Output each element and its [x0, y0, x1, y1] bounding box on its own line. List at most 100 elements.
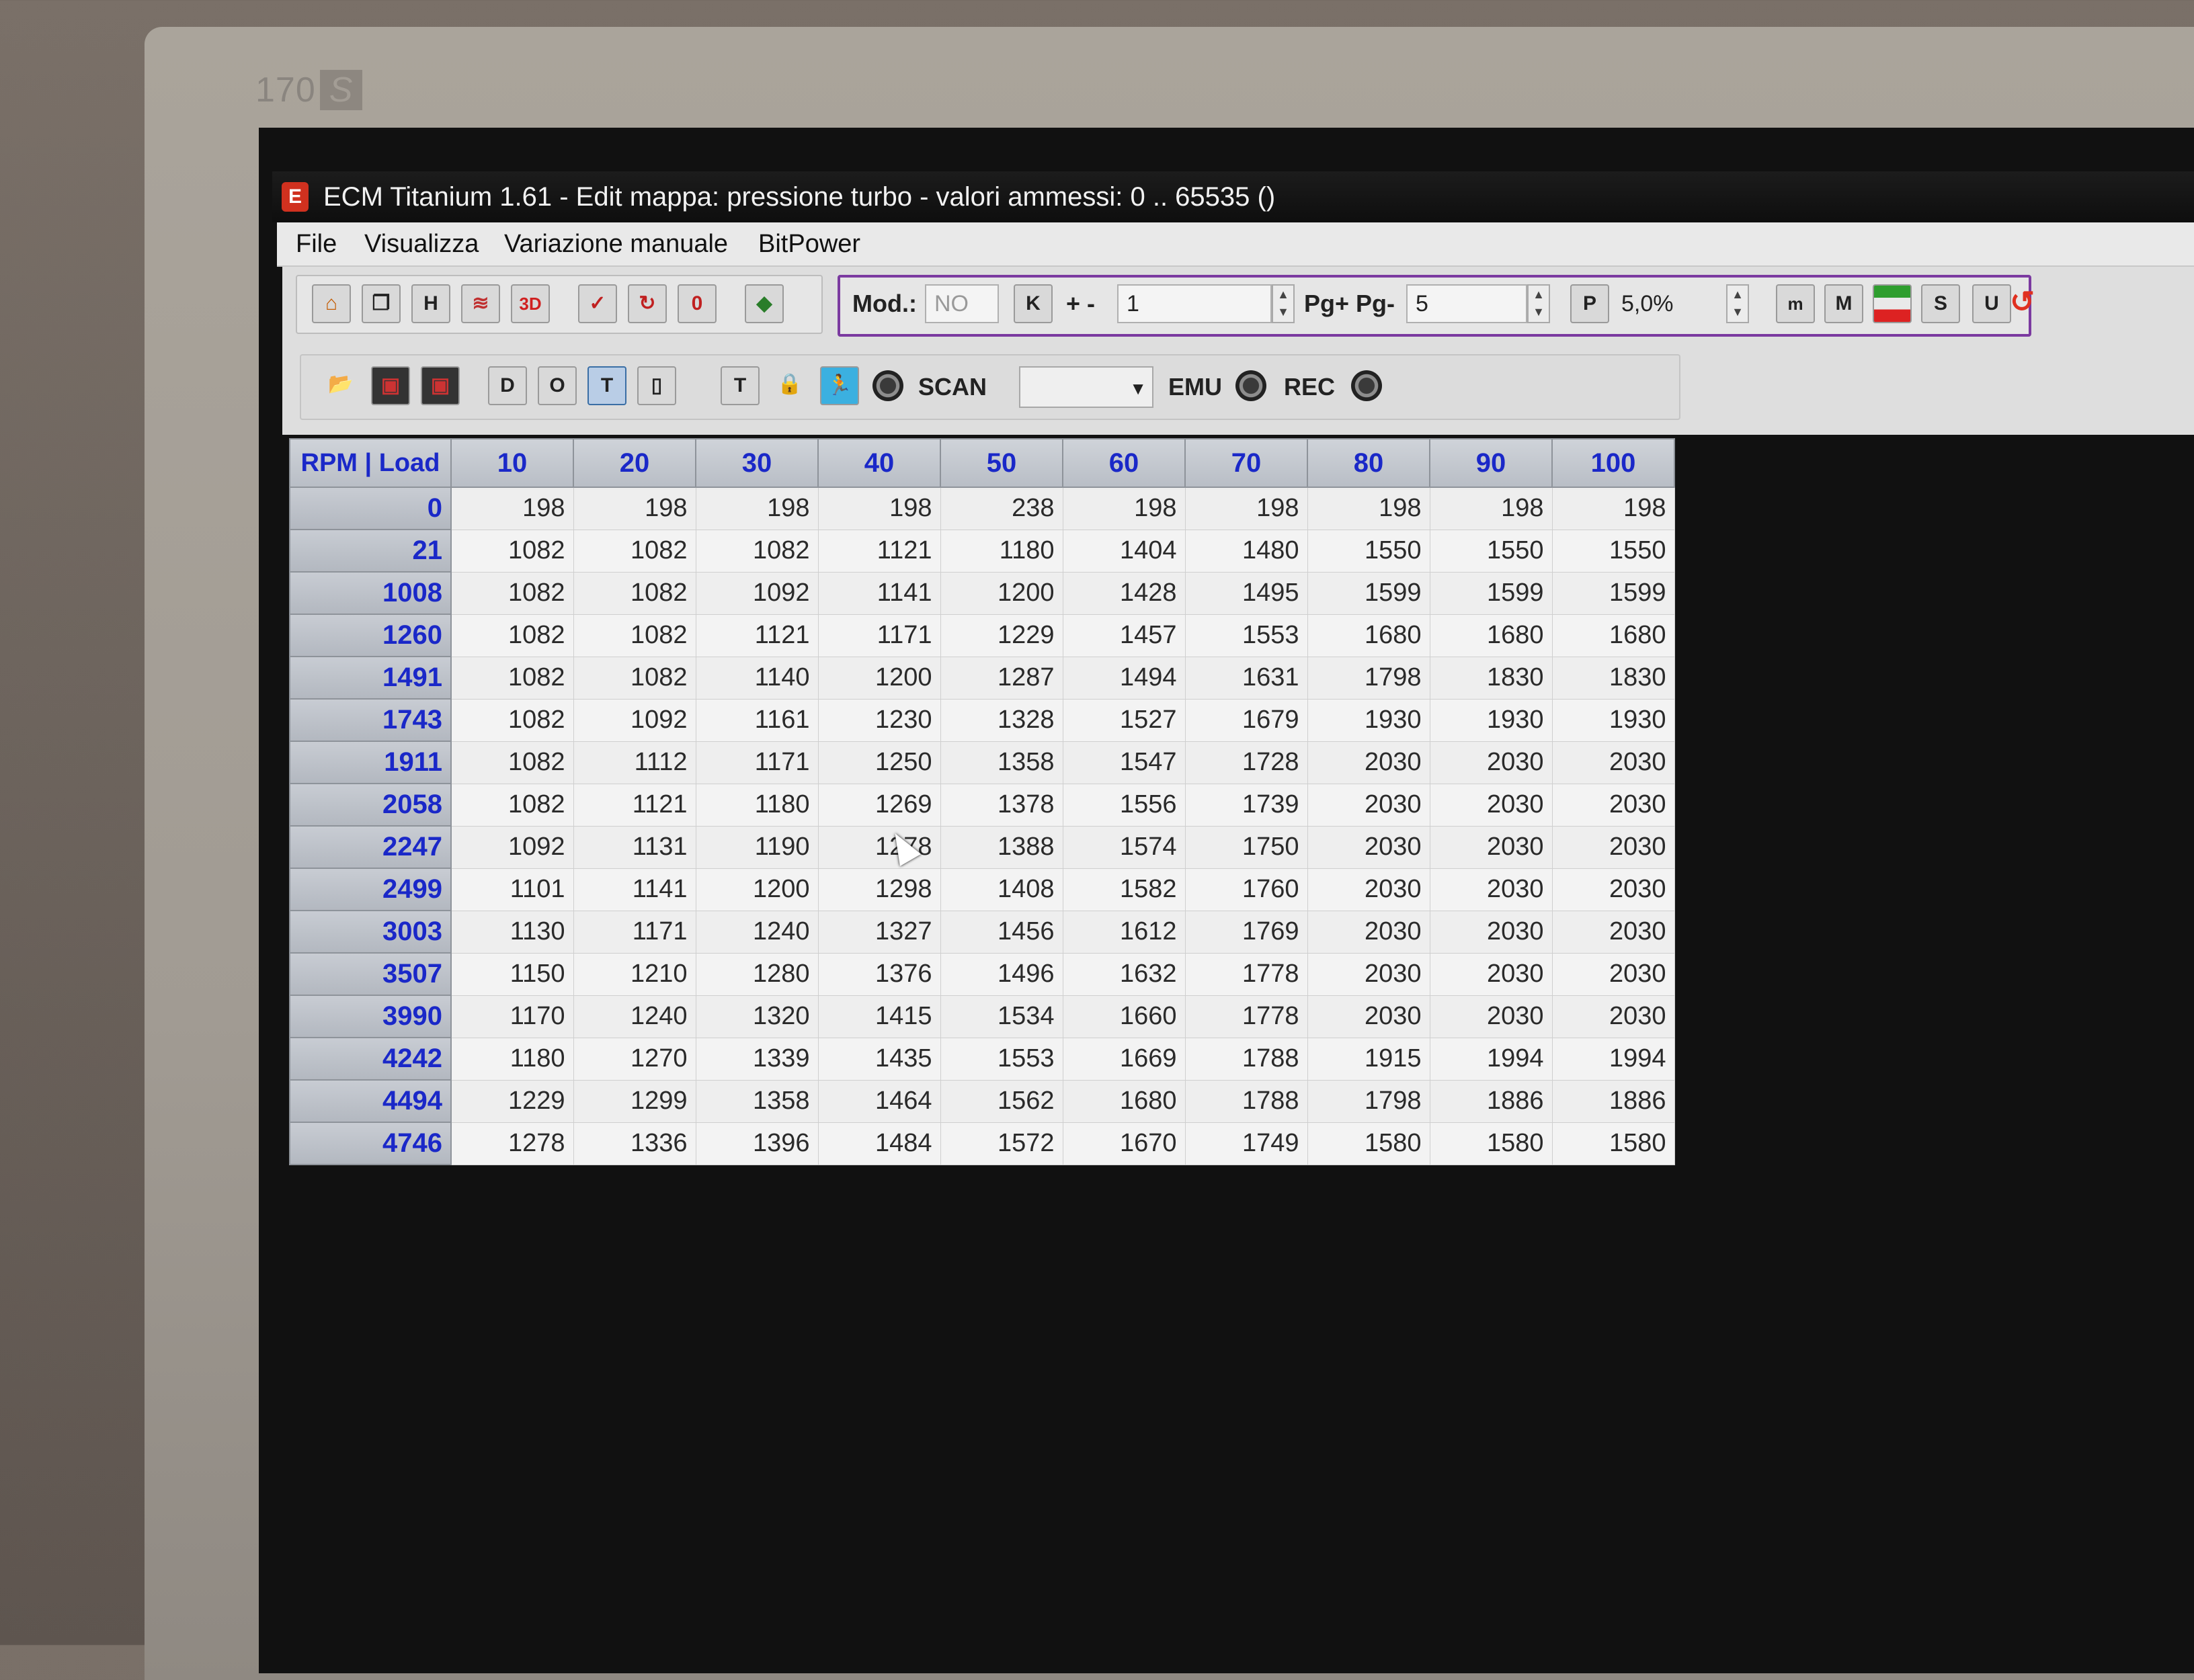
map-cell[interactable]: 198: [1429, 487, 1553, 530]
map-cell[interactable]: 1994: [1429, 1037, 1553, 1081]
map-cell[interactable]: 1574: [1062, 825, 1186, 869]
percent-spinner[interactable]: ▲ ▼: [1726, 284, 1749, 323]
map-cell[interactable]: 1180: [695, 783, 819, 827]
map-cell[interactable]: 2030: [1307, 995, 1430, 1038]
o-icon[interactable]: O: [538, 366, 577, 405]
map-cell[interactable]: 1562: [940, 1079, 1063, 1123]
app-logo-icon[interactable]: E: [282, 182, 309, 212]
map-cell[interactable]: 1082: [450, 614, 574, 657]
map-cell[interactable]: 198: [817, 487, 941, 530]
map-cell[interactable]: 2030: [1307, 868, 1430, 911]
rpm-row-header[interactable]: 2499: [289, 868, 452, 911]
map-cell[interactable]: 1553: [940, 1037, 1063, 1081]
map-cell[interactable]: 2030: [1307, 952, 1430, 996]
map-cell[interactable]: 1464: [817, 1079, 941, 1123]
rpm-row-header[interactable]: 1743: [289, 698, 452, 742]
map-cell[interactable]: 1200: [940, 571, 1063, 615]
check-icon[interactable]: ✓: [578, 284, 617, 323]
map-cell[interactable]: 1130: [450, 910, 574, 954]
map-cell[interactable]: 1769: [1184, 910, 1308, 954]
map-cell[interactable]: 1580: [1551, 1122, 1675, 1165]
map-cell[interactable]: 1457: [1062, 614, 1186, 657]
map-cell[interactable]: 1376: [817, 952, 941, 996]
map-cell[interactable]: 1388: [940, 825, 1063, 869]
map-cell[interactable]: 1886: [1551, 1079, 1675, 1123]
map-cell[interactable]: 1161: [695, 698, 819, 742]
map-cell[interactable]: 1358: [940, 741, 1063, 784]
map-cell[interactable]: 1082: [695, 529, 819, 573]
tricolor-icon[interactable]: ◆: [745, 284, 784, 323]
map-cell[interactable]: 1435: [817, 1037, 941, 1081]
map-cell[interactable]: 1760: [1184, 868, 1308, 911]
map-cell[interactable]: 1082: [450, 656, 574, 700]
column-icon[interactable]: ▯: [637, 366, 676, 405]
map-cell[interactable]: 2030: [1307, 783, 1430, 827]
map-cell[interactable]: 1082: [450, 698, 574, 742]
map-cell[interactable]: 1930: [1429, 698, 1553, 742]
percent-field[interactable]: 5,0%: [1612, 284, 1726, 323]
map-cell[interactable]: 1798: [1307, 1079, 1430, 1123]
map-cell[interactable]: 1915: [1307, 1037, 1430, 1081]
map-cell[interactable]: 198: [1307, 487, 1430, 530]
map-cell[interactable]: 1408: [940, 868, 1063, 911]
map-cell[interactable]: 1534: [940, 995, 1063, 1038]
map-cell[interactable]: 1669: [1062, 1037, 1186, 1081]
rpm-row-header[interactable]: 21: [289, 529, 452, 573]
runner-icon[interactable]: 🏃: [820, 366, 859, 405]
map-cell[interactable]: 2030: [1551, 910, 1675, 954]
map-cell[interactable]: 1550: [1429, 529, 1553, 573]
map-cell[interactable]: 2030: [1307, 741, 1430, 784]
map-cell[interactable]: 2030: [1429, 952, 1553, 996]
column-header[interactable]: 90: [1429, 438, 1553, 488]
map-cell[interactable]: 1092: [450, 825, 574, 869]
reset-icon[interactable]: ↺: [2010, 284, 2035, 323]
column-header[interactable]: 20: [573, 438, 696, 488]
map-cell[interactable]: 1287: [940, 656, 1063, 700]
map-cell[interactable]: 1082: [573, 656, 696, 700]
map-cell[interactable]: 1170: [450, 995, 574, 1038]
step-field[interactable]: 1: [1117, 284, 1272, 323]
map-cell[interactable]: 1180: [940, 529, 1063, 573]
map-cell[interactable]: 1599: [1551, 571, 1675, 615]
map-cell[interactable]: 1339: [695, 1037, 819, 1081]
d-icon[interactable]: D: [488, 366, 527, 405]
map-cell[interactable]: 2030: [1429, 868, 1553, 911]
rpm-row-header[interactable]: 4242: [289, 1037, 452, 1081]
map-cell[interactable]: 1582: [1062, 868, 1186, 911]
map-cell[interactable]: 1553: [1184, 614, 1308, 657]
p-icon[interactable]: P: [1570, 284, 1609, 323]
flag-icon[interactable]: [1873, 284, 1912, 323]
map-cell[interactable]: 1378: [940, 783, 1063, 827]
t-icon[interactable]: T: [721, 366, 760, 405]
column-header[interactable]: 60: [1062, 438, 1186, 488]
map-cell[interactable]: 1994: [1551, 1037, 1675, 1081]
map-cell[interactable]: 1141: [817, 571, 941, 615]
map-cell[interactable]: 1728: [1184, 741, 1308, 784]
column-header[interactable]: 40: [817, 438, 941, 488]
map-cell[interactable]: 198: [573, 487, 696, 530]
map-cell[interactable]: 1327: [817, 910, 941, 954]
map-cell[interactable]: 198: [1062, 487, 1186, 530]
chart-3d-icon[interactable]: 3D: [511, 284, 550, 323]
map-cell[interactable]: 1150: [450, 952, 574, 996]
map-cell[interactable]: 1358: [695, 1079, 819, 1123]
rpm-row-header[interactable]: 3003: [289, 910, 452, 954]
map-cell[interactable]: 1680: [1429, 614, 1553, 657]
map-cell[interactable]: 1404: [1062, 529, 1186, 573]
map-cell[interactable]: 1830: [1429, 656, 1553, 700]
rpm-row-header[interactable]: 0: [289, 487, 452, 530]
map-cell[interactable]: 1210: [573, 952, 696, 996]
map-cell[interactable]: 2030: [1551, 783, 1675, 827]
step-spinner[interactable]: ▲ ▼: [1272, 284, 1295, 323]
map-cell[interactable]: 1200: [695, 868, 819, 911]
column-header[interactable]: 100: [1551, 438, 1675, 488]
map-cell[interactable]: 2030: [1551, 952, 1675, 996]
map-cell[interactable]: 1171: [695, 741, 819, 784]
map-cell[interactable]: 198: [1184, 487, 1308, 530]
map-cell[interactable]: 1749: [1184, 1122, 1308, 1165]
map-cell[interactable]: 1456: [940, 910, 1063, 954]
k-icon[interactable]: K: [1014, 284, 1053, 323]
map-cell[interactable]: 1140: [695, 656, 819, 700]
column-header[interactable]: 30: [695, 438, 819, 488]
map-cell[interactable]: 1082: [573, 571, 696, 615]
